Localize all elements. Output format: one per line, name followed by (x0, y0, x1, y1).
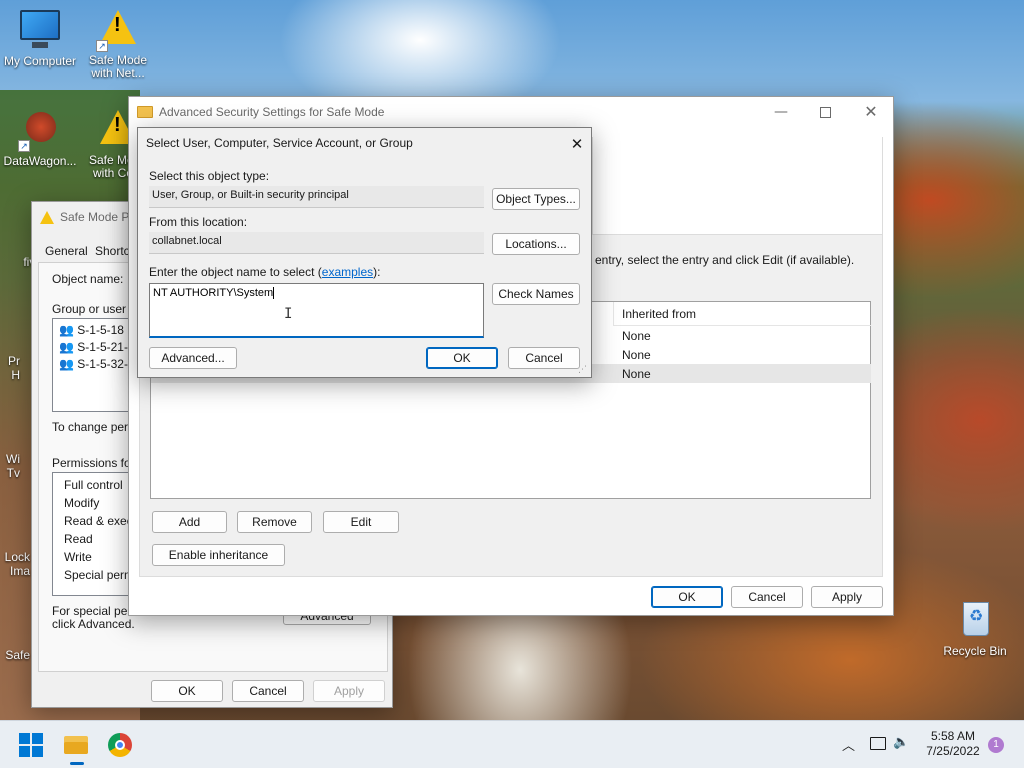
close-icon[interactable]: ✕ (859, 101, 883, 123)
list-item[interactable]: 👥 S-1-5-18 (59, 323, 124, 337)
add-button[interactable]: Add (152, 511, 227, 533)
clock[interactable]: 5:58 AM 7/25/2022 (918, 729, 988, 759)
permission-row: Read (64, 532, 93, 546)
adv-cancel-button[interactable]: Cancel (731, 586, 803, 608)
network-icon[interactable] (870, 737, 886, 750)
object-type-label: Select this object type: (149, 169, 270, 183)
desktop-icon-label: My Computer (3, 54, 77, 68)
maximize-icon[interactable] (813, 101, 837, 123)
desktop-fragment: Safe (5, 648, 30, 662)
permission-row: Write (64, 550, 92, 564)
enable-inheritance-button[interactable]: Enable inheritance (152, 544, 285, 566)
desktop-fragment: Lock (4, 550, 30, 564)
desktop-fragment: H (11, 368, 20, 382)
adv-title: Advanced Security Settings for Safe Mode (159, 105, 385, 119)
object-name-input[interactable]: NT AUTHORITY\System (149, 283, 484, 338)
select-dialog-title: Select User, Computer, Service Account, … (146, 136, 413, 150)
props-cancel-button[interactable]: Cancel (232, 680, 304, 702)
location-label: From this location: (149, 215, 248, 229)
column-header-label: Inherited from (622, 307, 697, 321)
desktop-icon-datawagon[interactable]: ↗ DataWagon... (0, 108, 80, 168)
datawagon-icon: ↗ (18, 108, 62, 152)
props-title: Safe Mode Pr (60, 210, 134, 224)
file-explorer-icon[interactable] (62, 732, 90, 765)
inherited-cell: None (622, 348, 651, 362)
click-advanced-text: click Advanced. (52, 617, 135, 631)
warning-icon: ! ↗ (96, 8, 140, 52)
column-header-inherited[interactable]: Inherited from (613, 302, 871, 326)
desktop-icon-label: Recycle Bin (943, 644, 1007, 658)
location-field: collabnet.local (149, 232, 484, 254)
minimize-icon[interactable]: — (769, 101, 793, 123)
ibeam-cursor-icon: I (284, 306, 293, 322)
shortcut-arrow-icon: ↗ (96, 40, 108, 52)
clock-date: 7/25/2022 (926, 744, 980, 758)
props-ok-button[interactable]: OK (151, 680, 223, 702)
volume-icon[interactable]: 🔈 (893, 735, 909, 750)
clock-time: 5:58 AM (930, 729, 976, 743)
desktop-icon-safe-mode-networking[interactable]: ! ↗ Safe Mode with Net... (78, 8, 158, 80)
warning-icon (40, 210, 54, 224)
desktop-icon-my-computer[interactable]: My Computer (0, 8, 80, 68)
desktop-fragment: Tv (6, 466, 20, 480)
check-names-button[interactable]: Check Names (492, 283, 580, 305)
text-cursor (273, 287, 275, 300)
props-apply-button[interactable]: Apply (313, 680, 385, 702)
chrome-icon[interactable] (108, 733, 132, 757)
examples-link[interactable]: examples (322, 265, 373, 279)
object-types-button[interactable]: Object Types... (492, 188, 580, 210)
start-windows-icon[interactable] (19, 733, 43, 757)
enter-object-label: Enter the object name to select (example… (149, 265, 381, 279)
inherited-cell: None (622, 329, 651, 343)
desktop-fragment: Wi (6, 452, 20, 466)
user-group-icon: 👥 (59, 357, 74, 371)
desktop-icon-recycle-bin[interactable]: ♻ Recycle Bin (935, 598, 1015, 658)
permission-row: Modify (64, 496, 100, 510)
select-dialog-titlebar[interactable]: Select User, Computer, Service Account, … (138, 128, 591, 158)
adv-apply-button[interactable]: Apply (811, 586, 883, 608)
locations-button[interactable]: Locations... (492, 233, 580, 255)
user-group-icon: 👥 (59, 340, 74, 354)
resize-grip-icon[interactable]: ⋰ (578, 365, 588, 375)
user-group-icon: 👥 (59, 323, 74, 337)
shortcut-arrow-icon: ↗ (18, 140, 30, 152)
chevron-up-icon[interactable]: ︿ (842, 735, 855, 754)
object-name-label: Object name: (52, 272, 124, 286)
desktop-fragment: Pr (8, 354, 20, 368)
desktop-icon-label: DataWagon... (3, 154, 77, 168)
tab-general[interactable]: General (45, 244, 88, 258)
object-type-field: User, Group, or Built-in security princi… (149, 186, 484, 208)
edit-button[interactable]: Edit (323, 511, 399, 533)
adv-ok-button[interactable]: OK (651, 586, 723, 608)
adv-header-area (592, 137, 882, 235)
inherited-cell: None (622, 367, 651, 381)
folder-icon (137, 106, 153, 118)
recycle-bin-icon: ♻ (953, 598, 997, 642)
monitor-icon (18, 8, 62, 52)
change-perms-text: To change perm (52, 420, 139, 434)
desktop-icon-label: Safe Mode with Net... (88, 53, 148, 80)
remove-button[interactable]: Remove (237, 511, 312, 533)
close-icon[interactable]: ✕ (566, 133, 588, 155)
taskbar: ︿ 🔈 5:58 AM 7/25/2022 1 (0, 720, 1024, 768)
select-advanced-button[interactable]: Advanced... (149, 347, 237, 369)
select-cancel-button[interactable]: Cancel (508, 347, 580, 369)
adv-info-text: entry, select the entry and click Edit (… (595, 253, 855, 267)
select-user-dialog: Select User, Computer, Service Account, … (137, 127, 592, 378)
desktop-fragment: Ima (9, 564, 30, 578)
permission-row: Full control (64, 478, 123, 492)
select-ok-button[interactable]: OK (426, 347, 498, 369)
notification-badge[interactable]: 1 (988, 737, 1004, 753)
